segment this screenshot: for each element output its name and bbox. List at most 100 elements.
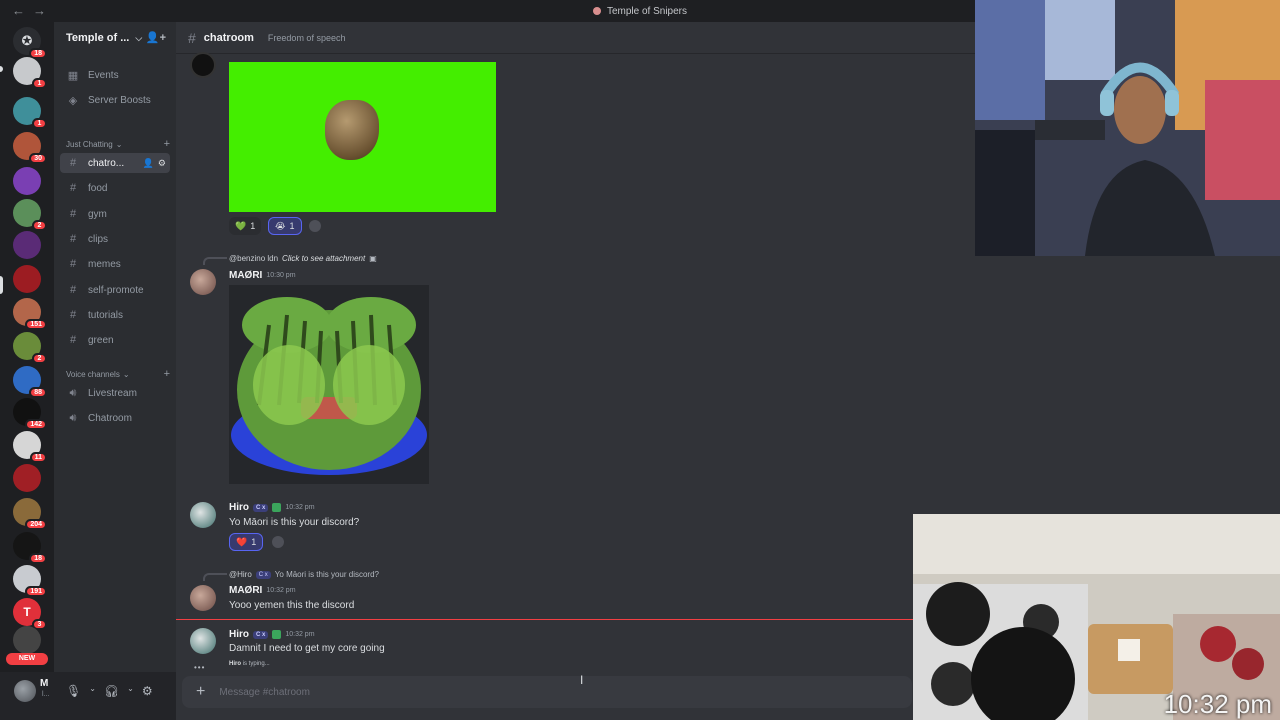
- add-attachment-icon[interactable]: +: [196, 683, 205, 701]
- username[interactable]: MAØRI: [229, 585, 262, 596]
- reply-preview[interactable]: @Hiro C x Yo Māori is this your discord?: [229, 570, 379, 579]
- webcam-feed-image: [975, 0, 1280, 256]
- attachment-image[interactable]: [229, 285, 429, 484]
- forward-icon[interactable]: →: [33, 3, 46, 18]
- channel-label: green: [88, 334, 114, 346]
- chevron-down-icon[interactable]: ⌄: [127, 684, 134, 698]
- server-icon[interactable]: 142: [13, 398, 47, 430]
- channel-green[interactable]: # green: [60, 330, 170, 350]
- unread-badge: 151: [25, 319, 47, 330]
- message-composer: +: [182, 676, 912, 708]
- avatar[interactable]: [190, 628, 216, 654]
- hash-icon: #: [69, 208, 77, 220]
- invite-people-icon[interactable]: 👤+: [146, 31, 166, 44]
- chevron-down-icon: ⌵: [135, 32, 143, 43]
- channel-title: chatroom: [203, 31, 254, 44]
- server-icon[interactable]: 18: [13, 532, 47, 564]
- voice-channel-chatroom[interactable]: 🔊︎ Chatroom: [60, 408, 170, 428]
- category-label: Voice channels: [66, 369, 120, 379]
- channel-chatroom[interactable]: # chatro... 👤 ⚙: [60, 153, 170, 173]
- sidebar-item-events[interactable]: ▦ Events: [60, 65, 170, 85]
- add-channel-icon[interactable]: +: [164, 138, 170, 150]
- role-badge: C x: [253, 503, 269, 512]
- add-reaction-icon[interactable]: [272, 536, 284, 548]
- reaction-crying[interactable]: 😭 1: [268, 217, 302, 235]
- avatar[interactable]: [190, 502, 216, 528]
- gear-icon[interactable]: ⚙: [158, 158, 166, 169]
- clock-overlay: 10:32 pm: [1163, 689, 1272, 719]
- server-icon[interactable]: 30: [13, 132, 47, 164]
- invite-icon[interactable]: 👤: [143, 158, 154, 169]
- reply-connector: [203, 573, 227, 581]
- speaker-icon: 🔊︎: [69, 411, 77, 424]
- add-reaction-icon[interactable]: [309, 220, 321, 232]
- hash-icon: #: [69, 233, 77, 245]
- unread-badge: 142: [25, 419, 47, 430]
- channel-clips[interactable]: # clips: [60, 229, 170, 249]
- server-icon-active[interactable]: [13, 265, 41, 293]
- server-header[interactable]: Temple of ... ⌵ 👤+: [54, 22, 176, 54]
- home-icon[interactable]: ✪ 18: [13, 27, 47, 59]
- microphone-icon[interactable]: 🎙︎: [66, 684, 81, 698]
- avatar[interactable]: [190, 269, 216, 295]
- timestamp: 10:32 pm: [266, 587, 296, 594]
- server-icon[interactable]: 1: [13, 97, 47, 129]
- server-icon[interactable]: 88: [13, 366, 47, 398]
- typing-indicator: Hiro is typing...: [229, 661, 270, 667]
- channel-label: Chatroom: [88, 412, 132, 424]
- server-icon[interactable]: [13, 626, 41, 654]
- hash-icon: #: [188, 29, 196, 46]
- category-voice-channels[interactable]: Voice channels ⌄ +: [66, 368, 170, 380]
- sidebar-item-label: Events: [88, 69, 119, 81]
- headphones-icon[interactable]: 🎧︎: [104, 684, 119, 698]
- server-dot-icon: [592, 7, 601, 15]
- chevron-down-icon[interactable]: ⌄: [89, 684, 96, 698]
- avatar[interactable]: [190, 585, 216, 611]
- server-icon[interactable]: 204: [13, 498, 47, 530]
- channel-food[interactable]: # food: [60, 178, 170, 198]
- add-channel-icon[interactable]: +: [164, 368, 170, 380]
- username[interactable]: Hiro: [229, 629, 249, 640]
- server-icon[interactable]: 151: [13, 298, 47, 330]
- back-icon[interactable]: ←: [12, 3, 25, 18]
- message-text: Damnit I need to get my core going: [229, 643, 385, 654]
- avatar[interactable]: [14, 680, 36, 702]
- gear-icon[interactable]: ⚙: [142, 684, 153, 698]
- channel-memes[interactable]: # memes: [60, 254, 170, 274]
- history-nav: ← →: [12, 3, 46, 18]
- unread-badge: 1: [32, 118, 47, 129]
- username[interactable]: MAØRI: [229, 270, 262, 281]
- attachment-image[interactable]: [229, 62, 496, 212]
- reply-preview[interactable]: @benzino ldn Click to see attachment ▣: [229, 254, 377, 263]
- message-input[interactable]: [219, 686, 820, 698]
- message-header: MAØRI 10:32 pm: [229, 585, 296, 596]
- channel-tutorials[interactable]: # tutorials: [60, 305, 170, 325]
- unread-badge: 88: [29, 387, 47, 398]
- server-icon[interactable]: 1: [13, 57, 47, 89]
- username[interactable]: Hiro: [229, 502, 249, 513]
- server-icon[interactable]: T3: [13, 598, 47, 630]
- text-cursor-icon: I: [580, 673, 584, 687]
- server-icon[interactable]: [13, 464, 41, 492]
- reaction-count: 1: [251, 537, 257, 547]
- server-icon[interactable]: 191: [13, 565, 47, 597]
- reaction-heart[interactable]: ❤️ 1: [229, 533, 264, 551]
- channel-self-promote[interactable]: # self-promote: [60, 280, 170, 300]
- server-icon[interactable]: 2: [13, 199, 47, 231]
- category-just-chatting[interactable]: Just Chatting ⌄ +: [66, 138, 170, 150]
- server-icon[interactable]: [13, 167, 41, 195]
- avatar[interactable]: [190, 52, 216, 78]
- channel-topic[interactable]: Freedom of speech: [268, 33, 346, 43]
- sidebar-item-server-boosts[interactable]: ◈ Server Boosts: [60, 90, 170, 110]
- reaction-green-heart[interactable]: 💚 1: [229, 217, 262, 235]
- unread-badge: 30: [29, 153, 47, 164]
- message-header: Hiro C x 10:32 pm: [229, 629, 315, 640]
- unread-badge: 1: [32, 78, 47, 89]
- server-icon[interactable]: [13, 231, 41, 259]
- user-status: l...: [42, 691, 50, 698]
- verified-icon: [272, 503, 282, 512]
- channel-gym[interactable]: # gym: [60, 204, 170, 224]
- voice-channel-livestream[interactable]: 🔊︎ Livestream: [60, 383, 170, 403]
- server-icon[interactable]: 2: [13, 332, 47, 364]
- server-icon[interactable]: 11: [13, 431, 47, 463]
